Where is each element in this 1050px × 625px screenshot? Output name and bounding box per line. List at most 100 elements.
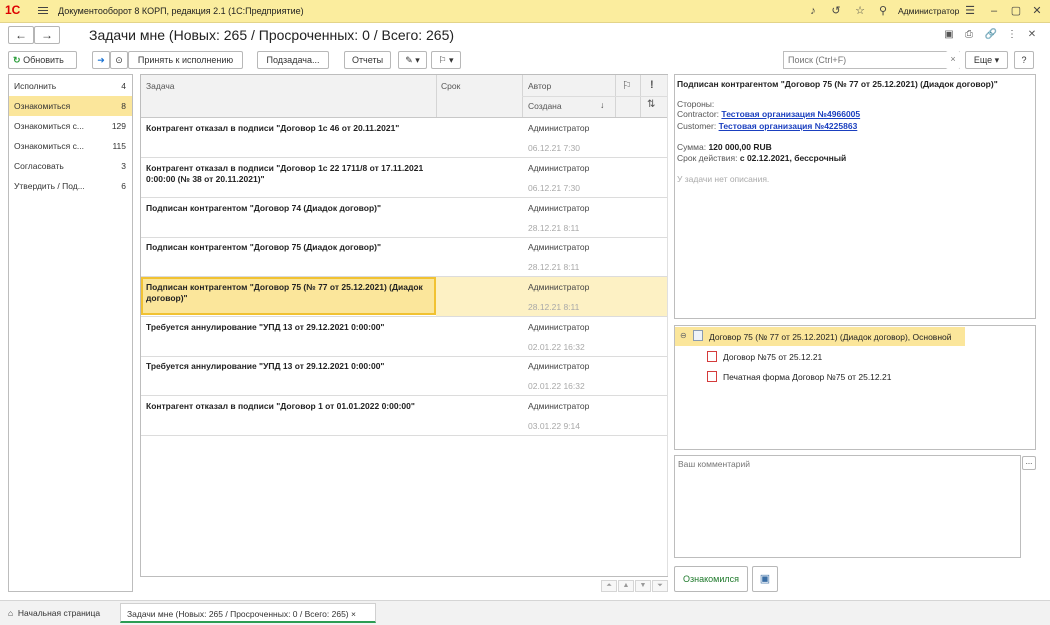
filter-label: Исполнить xyxy=(14,81,57,91)
parties-label: Стороны: xyxy=(677,99,715,109)
document-icon xyxy=(693,330,703,341)
comment-input[interactable] xyxy=(674,455,1021,558)
task-title: Требуется аннулирование "УПД 13 от 29.12… xyxy=(146,322,385,332)
collapse-icon[interactable]: ⊖ xyxy=(680,331,687,340)
sum-row: Сумма: 120 000,00 RUB xyxy=(677,142,772,152)
minimize-icon[interactable]: – xyxy=(987,4,1001,18)
search-icon[interactable]: ⚲ xyxy=(876,4,890,18)
filter-label: Ознакомиться с... xyxy=(14,141,84,151)
importance-column-icon[interactable]: ! xyxy=(650,79,654,91)
history-icon[interactable]: ↺ xyxy=(829,4,843,18)
close-form-icon[interactable]: ✕ xyxy=(1025,28,1039,42)
execute-icon[interactable]: ⊙ xyxy=(110,51,128,69)
home-tab[interactable]: ⌂ Начальная страница xyxy=(8,603,100,623)
task-title: Подписан контрагентом "Договор 75 (Диадо… xyxy=(146,242,382,252)
more-button[interactable]: Еще ▾ xyxy=(965,51,1008,69)
task-title: Контрагент отказал в подписи "Договор 1с… xyxy=(146,163,424,184)
task-author: Администратор xyxy=(528,361,590,371)
first-page-button[interactable]: ⏶ xyxy=(601,580,617,592)
column-task[interactable]: Задача xyxy=(146,81,175,91)
comment-more-button[interactable]: ... xyxy=(1022,456,1036,470)
task-title: Контрагент отказал в подписи "Договор 1с… xyxy=(146,123,400,133)
filter-count: 3 xyxy=(121,161,126,171)
task-author: Администратор xyxy=(528,203,590,213)
task-created: 02.01.22 16:32 xyxy=(528,381,585,391)
attachment-file[interactable]: Договор №75 от 25.12.21 xyxy=(723,352,822,362)
print-icon[interactable]: ⎙ xyxy=(962,28,976,42)
filter-item[interactable]: Ознакомиться с... 129 xyxy=(9,116,132,136)
help-button[interactable]: ? xyxy=(1014,51,1034,69)
filter-item[interactable]: Утвердить / Под... 6 xyxy=(9,176,132,196)
filter-label: Ознакомиться с... xyxy=(14,121,84,131)
close-tab-icon[interactable]: × xyxy=(351,609,356,619)
task-author: Администратор xyxy=(528,401,590,411)
subtask-button[interactable]: Подзадача... xyxy=(257,51,329,69)
task-author: Администратор xyxy=(528,123,590,133)
forward-task-button[interactable]: ➜ xyxy=(92,51,110,69)
close-window-icon[interactable]: ✕ xyxy=(1030,4,1044,18)
notification-icon[interactable]: ♪ xyxy=(806,4,820,18)
1c-logo[interactable]: 1С xyxy=(5,3,20,17)
back-button[interactable]: ← xyxy=(8,26,34,44)
accept-button[interactable]: Принять к исполнению xyxy=(128,51,243,69)
pdf-icon xyxy=(707,371,717,382)
column-created[interactable]: Создана xyxy=(528,101,562,111)
link-icon[interactable]: 🔗 xyxy=(984,28,998,42)
task-created: 28.12.21 8:11 xyxy=(528,262,580,272)
task-created: 28.12.21 8:11 xyxy=(528,302,580,312)
no-description-text: У задачи нет описания. xyxy=(677,174,770,184)
flag-column-icon[interactable]: ⚐ xyxy=(622,79,632,92)
term-row: Срок действия: с 02.12.2021, бессрочный xyxy=(677,153,847,163)
filter-count: 115 xyxy=(112,141,126,151)
filter-item[interactable]: Согласовать 3 xyxy=(9,156,132,176)
acknowledged-button[interactable]: Ознакомился xyxy=(674,566,748,592)
last-page-button[interactable]: ⏷ xyxy=(652,580,668,592)
task-title: Подписан контрагентом "Договор 75 (№ 77 … xyxy=(146,282,423,303)
filter-label: Ознакомиться xyxy=(14,101,71,111)
save-icon[interactable]: ▣ xyxy=(942,28,956,42)
filter-item[interactable]: Исполнить 4 xyxy=(9,76,132,96)
settings-icon[interactable]: ☰ xyxy=(963,4,977,18)
more-vertical-icon[interactable]: ⋮ xyxy=(1005,28,1019,42)
menu-icon[interactable] xyxy=(38,5,48,17)
task-created: 02.01.22 16:32 xyxy=(528,342,585,352)
clear-search-button[interactable]: × xyxy=(946,51,960,69)
save-button[interactable]: ▣ xyxy=(752,566,778,592)
filter-item[interactable]: Ознакомиться с... 115 xyxy=(9,136,132,156)
task-title: Подписан контрагентом "Договор 74 (Диадо… xyxy=(146,203,382,213)
task-author: Администратор xyxy=(528,242,590,252)
user-name[interactable]: Администратор xyxy=(898,6,959,16)
hierarchy-icon[interactable]: ⇅ xyxy=(647,99,655,110)
next-page-button[interactable]: ▼ xyxy=(635,580,651,592)
contractor-link[interactable]: Тестовая организация №4966005 xyxy=(721,109,860,119)
refresh-button[interactable]: ↻ Обновить xyxy=(8,51,77,69)
page-title: Задачи мне (Новых: 265 / Просроченных: 0… xyxy=(89,27,455,43)
filter-item[interactable]: Ознакомиться 8 xyxy=(9,96,132,116)
task-author: Администратор xyxy=(528,163,590,173)
home-icon: ⌂ xyxy=(8,608,14,618)
attachment-file[interactable]: Печатная форма Договор №75 от 25.12.21 xyxy=(723,372,891,382)
customer-link[interactable]: Тестовая организация №4225863 xyxy=(719,121,858,131)
restore-icon[interactable]: ▢ xyxy=(1009,4,1023,18)
filter-label: Утвердить / Под... xyxy=(14,181,85,191)
filter-count: 8 xyxy=(121,101,126,111)
prev-page-button[interactable]: ▲ xyxy=(618,580,634,592)
filter-count: 6 xyxy=(121,181,126,191)
pdf-icon xyxy=(707,351,717,362)
column-author[interactable]: Автор xyxy=(528,81,551,91)
filter-count: 4 xyxy=(121,81,126,91)
attachment-dropdown-button[interactable]: ✎ ▾ xyxy=(398,51,427,69)
column-deadline[interactable]: Срок xyxy=(441,81,460,91)
forward-button[interactable]: → xyxy=(34,26,60,44)
attachment-root-label: Договор 75 (№ 77 от 25.12.2021) (Диадок … xyxy=(709,332,952,342)
task-created: 28.12.21 8:11 xyxy=(528,223,580,233)
flag-dropdown-button[interactable]: ⚐ ▾ xyxy=(431,51,461,69)
contractor-row: Contractor: Тестовая организация №496600… xyxy=(677,109,861,119)
task-created: 03.01.22 9:14 xyxy=(528,421,580,431)
active-tab[interactable]: Задачи мне (Новых: 265 / Просроченных: 0… xyxy=(120,603,376,623)
reports-button[interactable]: Отчеты xyxy=(344,51,391,69)
favorites-icon[interactable]: ☆ xyxy=(853,4,867,18)
task-title: Контрагент отказал в подписи "Договор 1 … xyxy=(146,401,415,411)
refresh-icon: ↻ xyxy=(13,55,21,65)
search-input[interactable] xyxy=(783,51,960,69)
